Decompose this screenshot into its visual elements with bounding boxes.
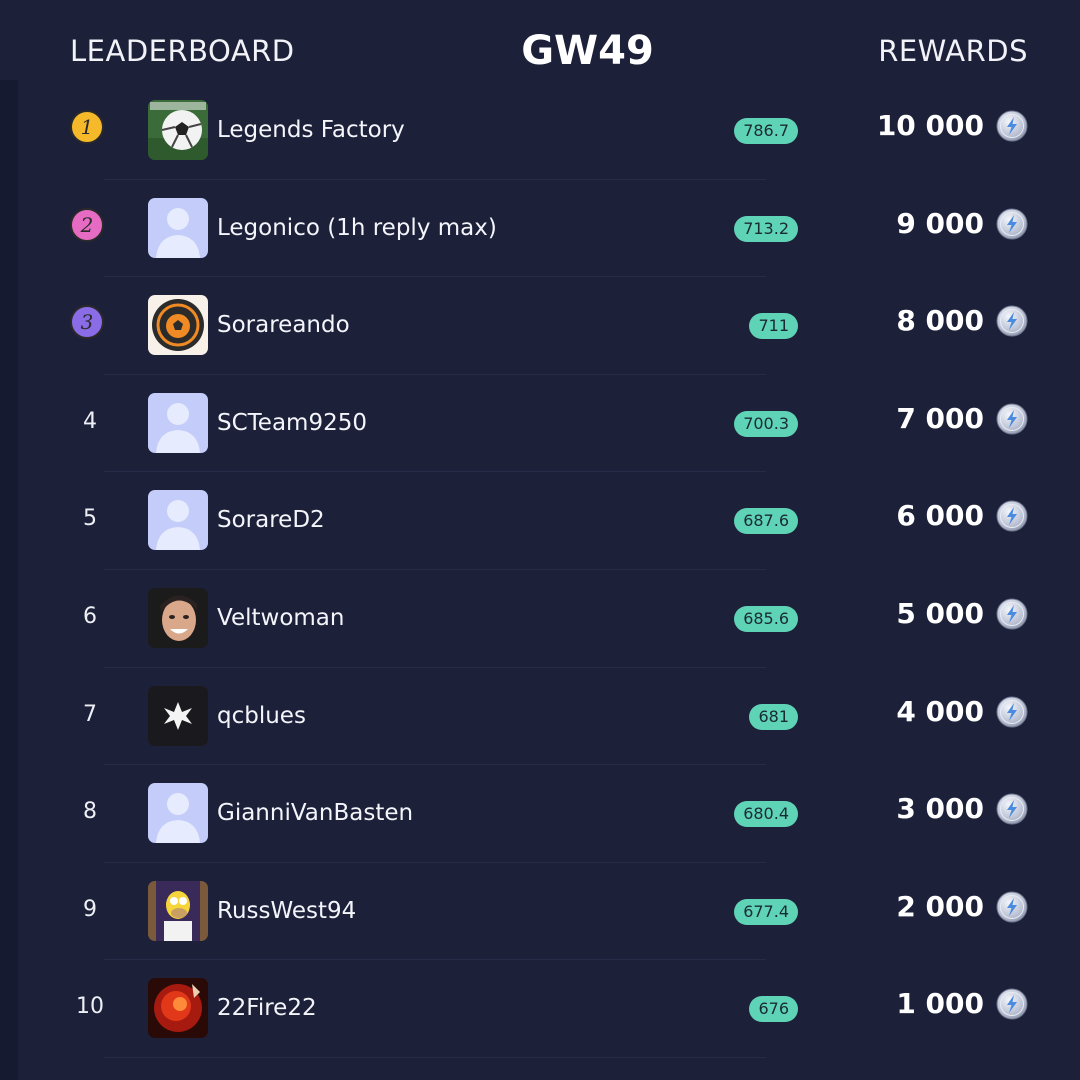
table-row[interactable]: 4 SCTeam9250 700.3 7 000 [0,375,1080,473]
score-badge: 713.2 [734,215,798,242]
reward-amount: 2 000 [896,889,984,923]
avatar[interactable] [148,587,208,648]
manager-name[interactable]: qcblues [217,698,306,734]
coin-icon [996,403,1028,435]
avatar[interactable] [148,978,208,1039]
avatar[interactable] [148,490,208,551]
score-badge: 685.6 [734,605,798,632]
table-row[interactable]: 5 SorareD2 687.6 6 000 [0,472,1080,570]
reward-amount: 5 000 [896,596,984,630]
coin-icon [996,891,1028,923]
rank-number: 4 [83,408,97,434]
coin-icon [996,208,1028,240]
avatar[interactable] [148,295,208,356]
manager-name[interactable]: Legonico (1h reply max) [217,210,497,246]
avatar[interactable] [148,685,208,746]
manager-name[interactable]: Veltwoman [217,600,344,636]
table-row[interactable]: 7 qcblues 681 4 000 [0,668,1080,766]
coin-icon [996,305,1028,337]
score-badge: 680.4 [734,801,798,828]
leaderboard-list: 1 Legends Factory 786.7 10 000 2 Legonic… [0,82,1080,1058]
rank-number: 9 [83,896,97,922]
score-badge: 676 [749,996,798,1023]
coin-icon [996,598,1028,630]
score-badge: 711 [749,313,798,340]
coin-icon [996,988,1028,1020]
rank-medal-icon: 3 [70,305,104,340]
rank-medal-icon: 1 [70,110,104,144]
avatar[interactable] [148,100,208,160]
reward-amount: 9 000 [896,206,984,240]
manager-name[interactable]: SCTeam9250 [217,405,367,441]
rank-medal-icon: 2 [70,207,104,242]
table-row[interactable]: 8 GianniVanBasten 680.4 3 000 [0,765,1080,863]
manager-name[interactable]: Sorareando [217,307,350,343]
reward-amount: 8 000 [896,304,984,338]
reward-amount: 10 000 [876,109,984,142]
rewards-heading: REWARDS [878,34,1028,68]
reward-amount: 7 000 [896,401,984,435]
table-row[interactable]: 2 Legonico (1h reply max) 713.2 9 000 [0,180,1080,278]
manager-name[interactable]: SorareD2 [217,502,325,538]
rank-number: 8 [83,799,97,825]
reward-amount: 4 000 [896,694,984,728]
coin-icon [996,110,1028,142]
table-row[interactable]: 10 22Fire22 676 1 000 [0,960,1080,1058]
coin-icon [996,793,1028,825]
rank-number: 6 [83,603,97,629]
rank-number: 7 [83,701,97,727]
manager-name[interactable]: RussWest94 [217,893,356,929]
reward-amount: 3 000 [896,792,984,826]
score-badge: 700.3 [734,410,798,437]
score-badge: 677.4 [734,898,798,925]
avatar[interactable] [148,392,208,453]
manager-name[interactable]: Legends Factory [217,112,405,148]
coin-icon [996,500,1028,532]
avatar[interactable] [148,197,208,258]
table-row[interactable]: 6 Veltwoman 685.6 5 000 [0,570,1080,668]
reward-amount: 1 000 [896,987,984,1021]
score-badge: 681 [749,703,798,730]
rank-number: 10 [76,994,104,1020]
row-divider [104,1056,766,1058]
avatar[interactable] [148,880,208,941]
table-row[interactable]: 9 RussWest94 677.4 2 000 [0,863,1080,961]
coin-icon [996,696,1028,728]
table-row[interactable]: 1 Legends Factory 786.7 10 000 [0,82,1080,180]
reward-amount: 6 000 [896,499,984,533]
table-row[interactable]: 3 Sorareando 711 8 000 [0,277,1080,375]
avatar[interactable] [148,783,208,844]
score-badge: 687.6 [734,508,798,535]
rank-number: 5 [83,506,97,532]
leaderboard-screen: LEADERBOARD GW49 REWARDS 1 Legends Facto… [0,0,1080,1080]
score-badge: 786.7 [734,118,798,144]
manager-name[interactable]: GianniVanBasten [217,795,413,831]
manager-name[interactable]: 22Fire22 [217,990,317,1026]
